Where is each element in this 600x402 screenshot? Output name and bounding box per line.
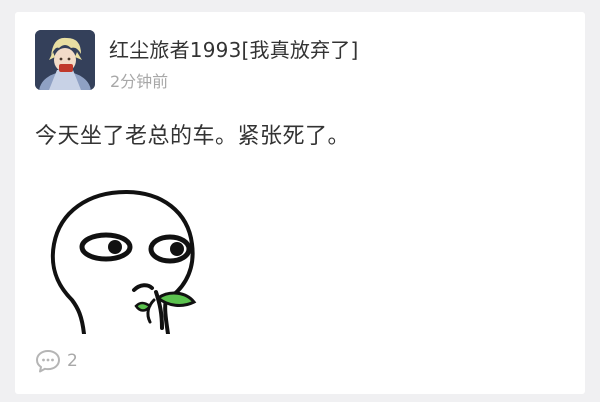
nervous-face-sticker[interactable] bbox=[48, 188, 198, 336]
comment-count: 2 bbox=[67, 351, 78, 371]
avatar[interactable] bbox=[35, 30, 95, 90]
avatar-image bbox=[35, 30, 95, 90]
author-name[interactable]: 红尘旅者1993[我真放弃了] bbox=[109, 34, 359, 63]
comment-bubble-icon bbox=[35, 349, 61, 373]
post-card: 红尘旅者1993[我真放弃了] 2分钟前 今天坐了老总的车。紧张死了。 2 bbox=[15, 12, 585, 394]
post-time: 2分钟前 bbox=[110, 72, 169, 91]
post-text: 今天坐了老总的车。紧张死了。 bbox=[35, 124, 351, 149]
comment-button[interactable]: 2 bbox=[35, 348, 78, 374]
